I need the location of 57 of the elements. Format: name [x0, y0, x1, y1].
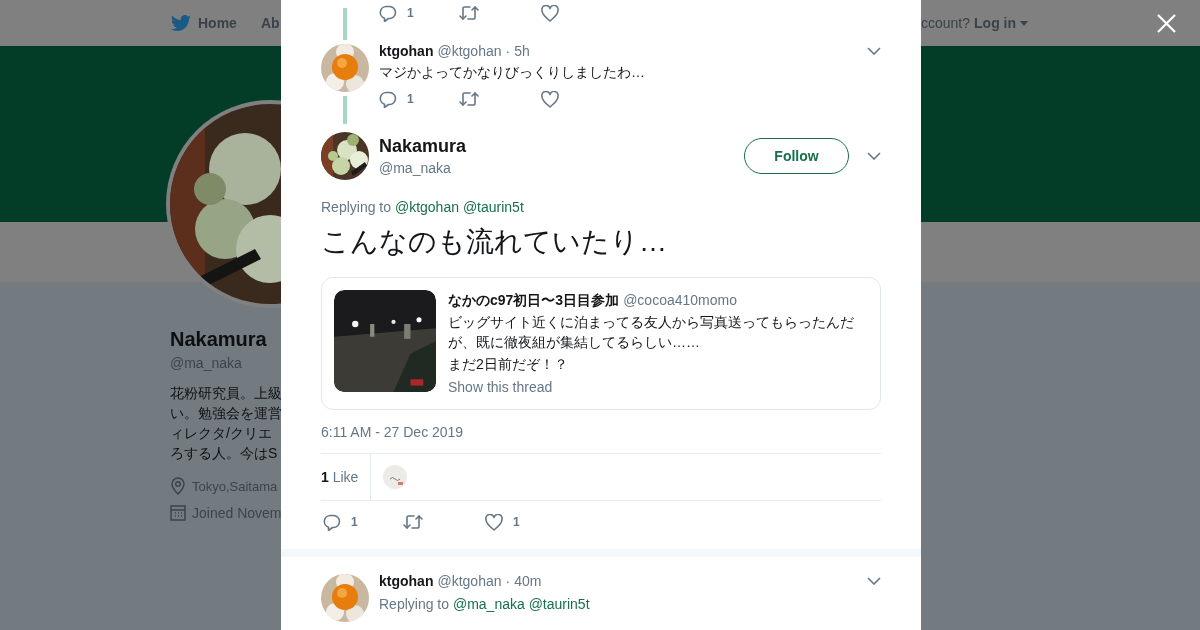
- reply-icon[interactable]: [379, 4, 397, 22]
- bio-line: い。勉強会を運営: [170, 404, 282, 423]
- author-handle[interactable]: @ktgohan: [437, 573, 502, 589]
- retweet-icon[interactable]: [459, 5, 479, 21]
- retweet-icon[interactable]: [459, 91, 479, 107]
- separator-dot: ·: [505, 573, 511, 589]
- close-icon[interactable]: [1157, 14, 1176, 33]
- quoted-author-name: なかのc97初日〜3日目参加: [448, 291, 620, 310]
- bio-line: ろする人。今はS: [170, 444, 279, 463]
- author-name[interactable]: ktgohan: [379, 43, 434, 59]
- reply-icon[interactable]: [379, 90, 397, 108]
- profile-location: Tokyo,Saitama: [192, 478, 278, 494]
- account-prompt: ccount?: [921, 15, 971, 31]
- author-name[interactable]: Nakamura: [379, 136, 467, 157]
- tweet-text: マジかよってかなりびっくりしましたわ…: [379, 64, 646, 82]
- retweet-icon[interactable]: [403, 514, 423, 530]
- heart-icon[interactable]: [541, 4, 559, 22]
- chevron-icon[interactable]: [867, 152, 881, 160]
- separator-dot: ·: [505, 43, 511, 59]
- quoted-author-handle: @cocoa410momo: [623, 291, 737, 310]
- chevron-icon[interactable]: [867, 577, 881, 585]
- count: 1: [407, 92, 414, 106]
- mention-link[interactable]: @ktgohan: [394, 199, 459, 215]
- tweet-text: こんなのも流れていたり…: [321, 225, 668, 259]
- bio-line: 花粉研究員。上級: [170, 384, 282, 403]
- heart-icon[interactable]: [485, 513, 503, 531]
- count: 1: [407, 6, 414, 20]
- likes-count[interactable]: 1 Like: [321, 454, 372, 500]
- caret-icon[interactable]: [1020, 20, 1029, 26]
- tweet-time[interactable]: 5h: [514, 43, 530, 59]
- replying-to-label: Replying to: [379, 596, 450, 612]
- reply-icon[interactable]: [323, 513, 341, 531]
- tweet-time[interactable]: 40m: [514, 573, 542, 589]
- count: 1: [351, 515, 358, 529]
- chevron-icon[interactable]: [867, 47, 881, 55]
- mention-link[interactable]: @ma_naka: [452, 596, 525, 612]
- quoted-tweet-card[interactable]: なかのc97初日〜3日目参加 @cocoa410momo ビッグサイト近くに泊まってる友人から写真送ってもらったんだが、既に徹夜組が集結してるらしい…… まだ2日前だぞ！？ Show this thread: [321, 277, 881, 410]
- author-handle[interactable]: @ma_naka: [379, 160, 467, 176]
- bird-icon: [171, 15, 191, 31]
- show-thread-link[interactable]: Show this thread: [448, 377, 860, 397]
- heart-icon[interactable]: [541, 90, 559, 108]
- quoted-tweet-text: まだ2日前だぞ！？: [448, 355, 569, 374]
- tweet-timestamp: 6:11 AM - 27 Dec 2019: [321, 424, 465, 440]
- replying-to-label: Replying to: [321, 199, 392, 215]
- profile-handle: @ma_naka: [170, 355, 242, 371]
- profile-name: Nakamura: [170, 328, 267, 351]
- quoted-tweet-text: ビッグサイト近くに泊まってる友人から写真送ってもらったんだが、既に徹夜組が集結してるらしい……: [448, 313, 855, 352]
- follow-button[interactable]: Follow: [744, 138, 849, 174]
- count: 1: [513, 515, 520, 529]
- author-handle[interactable]: @ktgohan: [437, 43, 502, 59]
- location-pin-icon: [170, 477, 186, 495]
- bio-line: ィレクタ/クリエ: [170, 424, 273, 443]
- mention-link[interactable]: @taurin5t: [462, 199, 524, 215]
- calendar-icon: [170, 505, 186, 521]
- author-name[interactable]: ktgohan: [379, 573, 434, 589]
- profile-joined-date: Joined Novem: [192, 505, 282, 521]
- mention-link[interactable]: @taurin5t: [528, 596, 590, 612]
